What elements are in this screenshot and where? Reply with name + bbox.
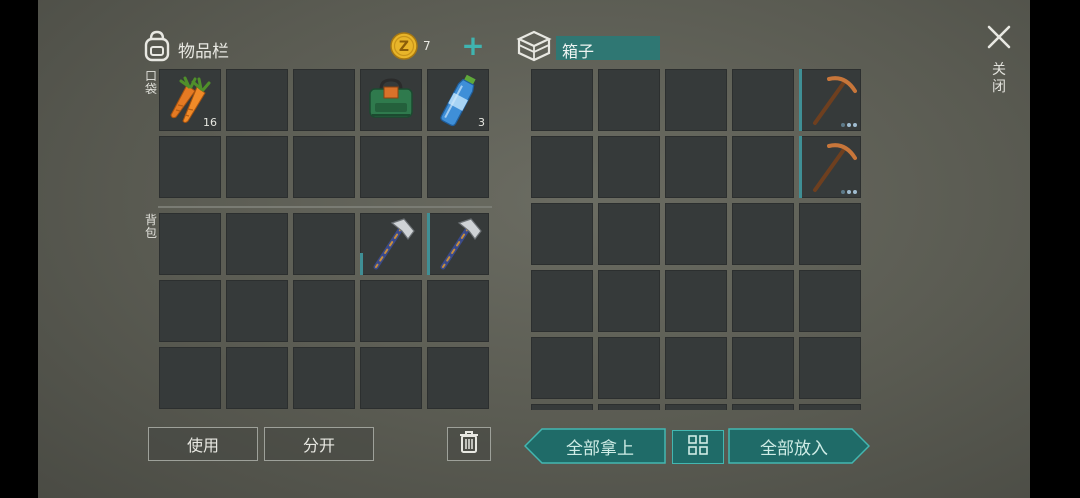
slot-empty[interactable] xyxy=(159,213,221,275)
split-button[interactable]: 分开 xyxy=(264,427,374,461)
slot-empty[interactable] xyxy=(159,136,221,198)
durability-bar xyxy=(427,213,430,275)
inventory-title: 物品栏 xyxy=(178,42,229,62)
sort-button[interactable] xyxy=(672,430,724,464)
slot-empty[interactable] xyxy=(531,69,593,131)
close-icon[interactable] xyxy=(986,24,1012,50)
slot-empty[interactable] xyxy=(598,337,660,399)
slot-empty[interactable] xyxy=(293,280,355,342)
section-divider xyxy=(158,206,492,208)
slot-empty[interactable] xyxy=(732,404,794,410)
slot-empty[interactable] xyxy=(665,69,727,131)
slot-empty[interactable] xyxy=(159,347,221,409)
slot-empty[interactable] xyxy=(226,69,288,131)
slot-empty[interactable] xyxy=(293,69,355,131)
backpack-label: 背包 xyxy=(144,213,157,240)
quality-dots xyxy=(841,123,857,127)
slot-empty[interactable] xyxy=(665,136,727,198)
slot-empty[interactable] xyxy=(531,404,593,410)
backpack-icon xyxy=(142,30,172,62)
close-label[interactable]: 关闭 xyxy=(990,62,1008,96)
take-all-label: 全部拿上 xyxy=(566,438,634,459)
slot-hatchet[interactable] xyxy=(427,213,489,275)
slot-hatchet[interactable] xyxy=(360,213,422,275)
trash-icon xyxy=(459,430,479,458)
slot-empty[interactable] xyxy=(226,213,288,275)
use-button[interactable]: 使用 xyxy=(148,427,258,461)
slot-empty[interactable] xyxy=(665,270,727,332)
coin-icon: Z xyxy=(390,32,418,60)
sort-grid-icon xyxy=(688,435,708,459)
put-all-label: 全部放入 xyxy=(760,438,828,459)
game-screen: 物品栏 Z 7 + 箱子 关闭 口袋 背包 16 3 使用 分开 全部拿上 全部… xyxy=(38,0,1030,498)
slot-empty[interactable] xyxy=(598,270,660,332)
slot-empty[interactable] xyxy=(427,280,489,342)
slot-empty[interactable] xyxy=(665,203,727,265)
slot-empty[interactable] xyxy=(732,270,794,332)
box-title: 箱子 xyxy=(562,42,595,61)
slot-empty[interactable] xyxy=(665,404,727,410)
green-bag-icon xyxy=(367,77,415,127)
svg-text:Z: Z xyxy=(399,39,409,55)
put-all-button[interactable]: 全部放入 xyxy=(728,428,870,464)
slot-empty[interactable] xyxy=(799,270,861,332)
durability-bar xyxy=(360,253,363,275)
add-coins-button[interactable]: + xyxy=(458,32,488,60)
slot-empty[interactable] xyxy=(799,203,861,265)
take-all-button[interactable]: 全部拿上 xyxy=(524,428,666,464)
slot-empty[interactable] xyxy=(360,280,422,342)
quality-dots xyxy=(841,190,857,194)
slot-empty[interactable] xyxy=(732,337,794,399)
durability-bar xyxy=(799,69,802,131)
slot-empty[interactable] xyxy=(293,347,355,409)
slot-empty[interactable] xyxy=(598,203,660,265)
hatchet-icon xyxy=(366,217,418,275)
slot-empty[interactable] xyxy=(226,136,288,198)
slot-empty[interactable] xyxy=(293,213,355,275)
hatchet-icon xyxy=(433,217,485,275)
pocket-label: 口袋 xyxy=(144,69,157,96)
slot-pickaxe[interactable] xyxy=(799,136,861,198)
water-bottle-icon xyxy=(436,72,482,132)
slot-empty[interactable] xyxy=(427,347,489,409)
box-title-field[interactable]: 箱子 xyxy=(556,36,660,61)
slot-carrot[interactable]: 16 xyxy=(159,69,221,131)
slot-empty[interactable] xyxy=(799,404,861,410)
slot-empty[interactable] xyxy=(360,136,422,198)
box-icon xyxy=(516,30,552,62)
durability-bar xyxy=(799,136,802,198)
slot-empty[interactable] xyxy=(732,69,794,131)
trash-button[interactable] xyxy=(447,427,491,461)
slot-empty[interactable] xyxy=(665,337,727,399)
backpack-grid xyxy=(158,212,492,412)
item-count: 16 xyxy=(203,116,217,129)
pocket-grid: 16 3 xyxy=(158,68,492,200)
slot-empty[interactable] xyxy=(531,203,593,265)
box-grid[interactable] xyxy=(530,68,864,410)
slot-empty[interactable] xyxy=(226,347,288,409)
slot-empty[interactable] xyxy=(732,203,794,265)
slot-water-bottle[interactable]: 3 xyxy=(427,69,489,131)
slot-empty[interactable] xyxy=(531,136,593,198)
slot-empty[interactable] xyxy=(598,404,660,410)
slot-empty[interactable] xyxy=(598,136,660,198)
slot-empty[interactable] xyxy=(598,69,660,131)
slot-empty[interactable] xyxy=(360,347,422,409)
coin-count: 7 xyxy=(423,39,431,53)
slot-empty[interactable] xyxy=(531,337,593,399)
slot-empty[interactable] xyxy=(427,136,489,198)
slot-empty[interactable] xyxy=(531,270,593,332)
slot-empty[interactable] xyxy=(159,280,221,342)
slot-green-bag[interactable] xyxy=(360,69,422,131)
slot-empty[interactable] xyxy=(293,136,355,198)
slot-empty[interactable] xyxy=(226,280,288,342)
item-count: 3 xyxy=(478,116,485,129)
slot-empty[interactable] xyxy=(732,136,794,198)
slot-pickaxe[interactable] xyxy=(799,69,861,131)
slot-empty[interactable] xyxy=(799,337,861,399)
